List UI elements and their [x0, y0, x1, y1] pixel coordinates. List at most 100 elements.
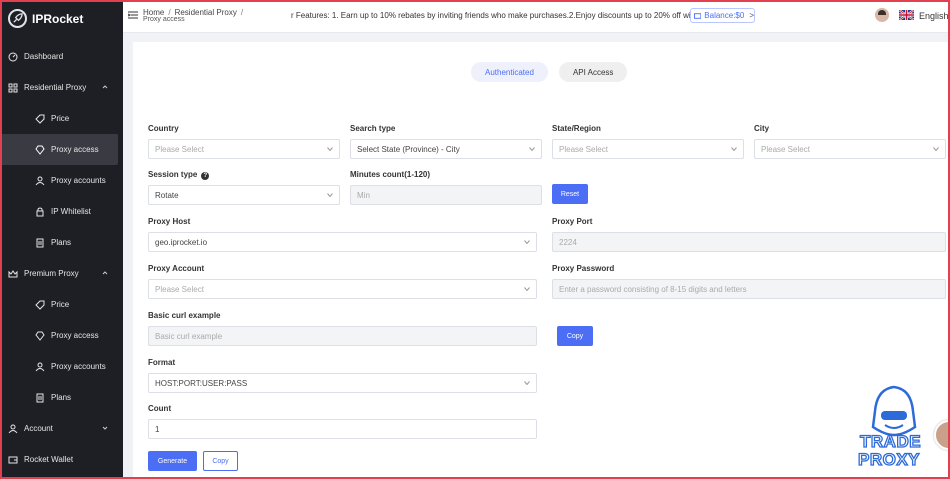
menu-fold-icon[interactable] — [128, 10, 138, 20]
breadcrumb-separator: / — [240, 8, 244, 17]
state-region-placeholder: Please Select — [559, 144, 608, 154]
tag-icon — [35, 300, 45, 310]
brand-name: IPRocket — [32, 11, 84, 26]
proxy-password-placeholder: Enter a password consisting of 8-15 digi… — [559, 284, 747, 294]
chevron-down-icon — [524, 381, 530, 385]
document-icon — [35, 393, 45, 403]
count-label: Count — [148, 404, 172, 413]
user-icon — [8, 424, 18, 434]
help-icon[interactable]: ? — [201, 172, 210, 180]
avatar[interactable] — [875, 8, 889, 22]
sidebar-item-label: Account — [24, 424, 53, 433]
country-select[interactable]: Please Select — [148, 139, 340, 159]
minutes-count-input[interactable]: Min — [350, 185, 542, 205]
proxy-port-input[interactable]: 2224 — [552, 232, 946, 252]
sidebar-item-account[interactable]: Account — [0, 413, 123, 444]
uk-flag-icon[interactable] — [899, 10, 914, 20]
search-type-select[interactable]: Select State (Province) - City — [350, 139, 542, 159]
session-type-value: Rotate — [155, 190, 179, 200]
format-value: HOST:PORT:USER:PASS — [155, 378, 248, 388]
breadcrumb-current: Proxy access — [143, 16, 185, 23]
country-label: Country — [148, 124, 179, 133]
sidebar-item-premium-plans[interactable]: Plans — [0, 382, 123, 413]
reset-button[interactable]: Reset — [552, 184, 588, 204]
sidebar-item-residential-price[interactable]: Price — [0, 103, 123, 134]
lock-icon — [35, 207, 45, 217]
sidebar-item-label: Plans — [51, 238, 72, 247]
city-select[interactable]: Please Select — [754, 139, 946, 159]
balance-label: Balance:$0 — [704, 11, 745, 20]
session-type-label: Session type — [148, 170, 198, 179]
format-select[interactable]: HOST:PORT:USER:PASS — [148, 373, 537, 393]
grid-icon — [8, 83, 18, 93]
proxy-password-label: Proxy Password — [552, 264, 615, 273]
sidebar-item-residential-proxy[interactable]: Residential Proxy — [0, 72, 123, 103]
sidebar-item-rocket-wallet[interactable]: Rocket Wallet — [0, 444, 123, 475]
proxy-account-label: Proxy Account — [148, 264, 205, 273]
format-label: Format — [148, 358, 176, 367]
sidebar-item-label: Rocket Wallet — [24, 455, 74, 464]
proxy-host-value: geo.iprocket.io — [155, 237, 208, 247]
tag-icon — [35, 114, 45, 124]
curl-example-input[interactable]: Basic curl example — [148, 326, 537, 346]
tab-api-access[interactable]: API Access — [558, 62, 628, 82]
chevron-down-icon — [524, 240, 530, 244]
access-tabs: Authenticated API Access — [471, 62, 638, 82]
copy-curl-button[interactable]: Copy — [557, 326, 593, 346]
sidebar-item-premium-proxy-access[interactable]: Proxy access — [0, 320, 123, 351]
chevron-down-icon — [933, 147, 939, 151]
copy-button[interactable]: Copy — [203, 451, 238, 471]
sidebar-item-ip-whitelist[interactable]: IP Whitelist — [0, 196, 123, 227]
chevron-down-icon — [524, 287, 530, 291]
sidebar-item-residential-proxy-access[interactable]: Proxy access — [0, 134, 118, 165]
sidebar: IPRocket Dashboard Residential Proxy Pri… — [0, 0, 123, 479]
sidebar-item-label: Plans — [51, 393, 72, 402]
proxy-host-label: Proxy Host — [148, 217, 191, 226]
chevron-down-icon — [327, 147, 333, 151]
proxy-password-input[interactable]: Enter a password consisting of 8-15 digi… — [552, 279, 946, 299]
dashboard-icon — [8, 52, 18, 62]
document-icon — [35, 238, 45, 248]
generate-button[interactable]: Generate — [148, 451, 197, 471]
announcement-ticker: r Features: 1. Earn up to 10% rebates by… — [291, 11, 691, 20]
sidebar-item-dashboard[interactable]: Dashboard — [0, 41, 123, 72]
sidebar-item-residential-plans[interactable]: Plans — [0, 227, 123, 258]
sidebar-item-residential-proxy-accounts[interactable]: Proxy accounts — [0, 165, 123, 196]
sidebar-item-premium-proxy-accounts[interactable]: Proxy accounts — [0, 351, 123, 382]
sidebar-item-label: Price — [51, 114, 70, 123]
rocket-logo-icon — [8, 9, 27, 28]
watermark-line-1: TRADE — [859, 431, 922, 451]
user-icon — [35, 362, 45, 372]
user-icon — [35, 176, 45, 186]
minutes-count-label: Minutes count(1-120) — [350, 170, 431, 179]
sidebar-item-label: Proxy access — [51, 331, 99, 340]
watermark-line-2: PROXY — [857, 449, 921, 469]
sidebar-item-label: Premium Proxy — [24, 269, 79, 278]
session-type-select[interactable]: Rotate — [148, 185, 340, 205]
brand[interactable]: IPRocket — [0, 0, 123, 37]
sidebar-item-premium-proxy[interactable]: Premium Proxy — [0, 258, 123, 289]
sidebar-item-label: Dashboard — [24, 52, 64, 61]
proxy-host-select[interactable]: geo.iprocket.io — [148, 232, 537, 252]
language-selector[interactable]: English — [919, 11, 949, 21]
sidebar-item-label: Proxy access — [51, 145, 99, 154]
sidebar-item-premium-price[interactable]: Price — [0, 289, 123, 320]
count-input[interactable]: 1 — [148, 419, 537, 439]
sidebar-item-label: Proxy accounts — [51, 362, 106, 371]
search-type-label: Search type — [350, 124, 396, 133]
tab-authenticated[interactable]: Authenticated — [471, 62, 548, 82]
minutes-count-placeholder: Min — [357, 190, 370, 200]
balance-button[interactable]: Balance:$0 > — [690, 8, 755, 23]
sidebar-item-label: Proxy accounts — [51, 176, 106, 185]
diamond-icon — [35, 145, 45, 155]
state-region-select[interactable]: Please Select — [552, 139, 744, 159]
proxy-account-select[interactable]: Please Select — [148, 279, 537, 299]
state-region-label: State/Region — [552, 124, 601, 133]
country-placeholder: Please Select — [155, 144, 204, 154]
chevron-down-icon — [731, 147, 737, 151]
chevron-down-icon — [327, 193, 333, 197]
curl-example-label: Basic curl example — [148, 311, 221, 320]
curl-example-placeholder: Basic curl example — [155, 331, 223, 341]
chevron-down-icon — [102, 426, 108, 430]
diamond-icon — [35, 331, 45, 341]
